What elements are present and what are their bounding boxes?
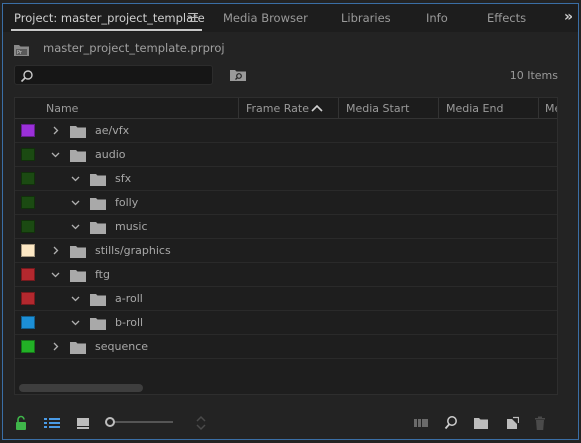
lock-icon[interactable] [15,415,27,431]
chevron-right-icon[interactable] [51,342,60,351]
folder-icon [90,318,106,330]
active-tab-indicator [11,29,202,31]
automate-to-sequence-icon[interactable] [413,415,429,431]
panel-tab-bar: Project: master_project_template Media B… [3,4,578,32]
project-file-name: master_project_template.prproj [43,41,225,55]
sort-ascending-icon[interactable] [311,104,323,112]
label-color-swatch[interactable] [21,340,35,353]
list-item[interactable]: b-roll [15,311,557,335]
label-color-swatch[interactable] [21,148,35,161]
column-divider[interactable] [538,98,539,119]
chevron-down-icon[interactable] [71,318,80,327]
tab-effects[interactable]: Effects [487,4,526,32]
column-header-media-start[interactable]: Media Start [346,98,436,119]
tab-project[interactable]: Project: master_project_template [14,4,205,32]
new-bin-icon[interactable] [473,415,489,431]
label-color-swatch[interactable] [21,124,35,137]
folder-icon [70,246,86,258]
sort-icons-icon[interactable] [195,415,207,431]
folder-icon [70,126,86,138]
tab-libraries[interactable]: Libraries [341,4,391,32]
label-color-swatch[interactable] [21,196,35,209]
project-item-list[interactable]: Name Frame Rate Media Start Media End Me… [14,97,558,395]
list-header: Name Frame Rate Media Start Media End Me [15,98,557,119]
clear-icon[interactable] [534,415,546,431]
list-item-label: sequence [95,340,149,353]
list-item-label: sfx [115,172,132,185]
folder-icon [90,198,106,210]
chevron-down-icon[interactable] [51,150,60,159]
list-item-label: ae/vfx [95,124,130,137]
chevron-right-icon[interactable] [51,246,60,255]
column-header-frame-rate[interactable]: Frame Rate [246,98,316,119]
list-item[interactable]: ftg [15,263,557,287]
chevron-down-icon[interactable] [71,198,80,207]
label-color-swatch[interactable] [21,292,35,305]
folder-icon [70,342,86,354]
label-color-swatch[interactable] [21,316,35,329]
folder-icon [70,150,86,162]
find-in-bin-icon[interactable] [230,69,246,81]
list-item[interactable]: music [15,215,557,239]
column-divider[interactable] [238,98,239,119]
list-item[interactable]: a-roll [15,287,557,311]
project-file-icon: Pr [14,45,29,56]
label-color-swatch[interactable] [21,268,35,281]
chevron-down-icon[interactable] [71,174,80,183]
list-item[interactable]: sfx [15,167,557,191]
list-item[interactable]: stills/graphics [15,239,557,263]
column-divider[interactable] [338,98,339,119]
list-item-label: a-roll [115,292,143,305]
list-view-icon[interactable] [43,415,61,431]
list-item-label: stills/graphics [95,244,171,257]
list-item[interactable]: ae/vfx [15,119,557,143]
chevron-down-icon[interactable] [51,270,60,279]
list-item-label: ftg [95,268,110,281]
new-item-icon[interactable] [505,415,519,431]
list-item-label: folly [115,196,139,209]
label-color-swatch[interactable] [21,244,35,257]
list-item[interactable]: folly [15,191,557,215]
icon-view-icon[interactable] [76,415,90,431]
folder-icon [90,174,106,186]
column-divider[interactable] [438,98,439,119]
folder-icon [90,222,106,234]
list-item-label: music [115,220,148,233]
chevron-down-icon[interactable] [71,222,80,231]
panel-menu-icon[interactable] [188,13,198,22]
label-color-swatch[interactable] [21,220,35,233]
column-header-name[interactable]: Name [46,98,236,119]
list-item[interactable]: audio [15,143,557,167]
tab-overflow-icon[interactable]: » [564,4,573,32]
zoom-slider-handle[interactable] [105,417,115,427]
zoom-slider-track[interactable] [113,421,173,423]
search-input[interactable] [14,65,213,85]
folder-icon [70,270,86,282]
project-panel: Project: master_project_template Media B… [2,3,579,440]
horizontal-scrollbar[interactable] [19,384,143,392]
find-icon[interactable] [444,415,458,431]
item-count: 10 Items [509,69,558,82]
list-item-label: b-roll [115,316,144,329]
column-header-media-duration[interactable]: Me [545,98,557,119]
label-color-swatch[interactable] [21,172,35,185]
column-header-media-end[interactable]: Media End [446,98,536,119]
folder-icon [90,294,106,306]
chevron-right-icon[interactable] [51,126,60,135]
list-item[interactable]: sequence [15,335,557,359]
search-icon [20,70,33,83]
tab-info[interactable]: Info [426,4,448,32]
chevron-down-icon[interactable] [71,294,80,303]
tab-media-browser[interactable]: Media Browser [223,4,308,32]
list-item-label: audio [95,148,126,161]
